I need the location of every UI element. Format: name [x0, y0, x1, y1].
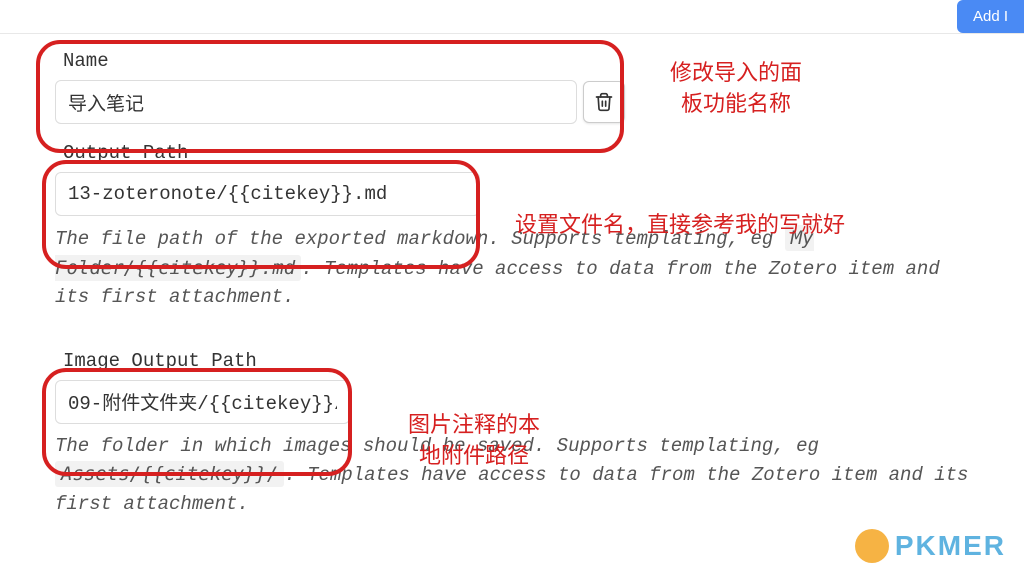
output-path-label: Output Path: [55, 132, 480, 172]
field-name: Name: [55, 40, 625, 124]
output-path-input[interactable]: [55, 172, 480, 216]
image-output-path-help: The folder in which images should be sav…: [55, 432, 969, 519]
output-path-help: The file path of the exported markdown. …: [55, 224, 969, 312]
add-button[interactable]: Add I: [957, 0, 1024, 33]
name-input[interactable]: [55, 80, 577, 124]
name-label: Name: [55, 40, 625, 80]
image-output-path-label: Image Output Path: [55, 340, 350, 380]
watermark-icon: [855, 529, 889, 563]
delete-button[interactable]: [583, 81, 625, 123]
field-image-output-path: Image Output Path: [55, 340, 350, 424]
image-output-path-input[interactable]: [55, 380, 350, 424]
trash-icon: [594, 92, 614, 112]
watermark-text: PKMER: [895, 530, 1006, 562]
watermark: PKMER: [855, 529, 1006, 563]
field-output-path: Output Path: [55, 132, 480, 216]
